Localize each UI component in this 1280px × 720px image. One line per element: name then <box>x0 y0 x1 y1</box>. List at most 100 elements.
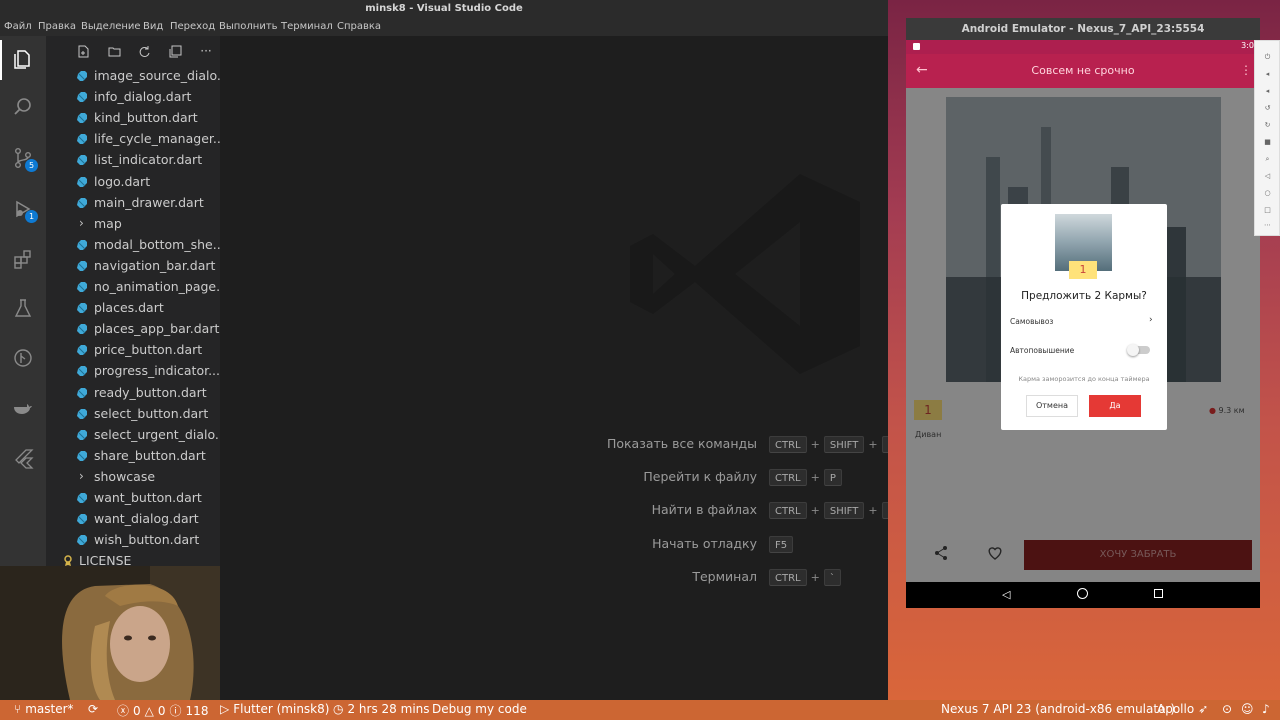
explorer-file-row[interactable]: list_indicator.dart <box>46 150 220 171</box>
key-cap: CTRL <box>769 569 807 586</box>
explorer-file-row[interactable]: select_urgent_dialo... <box>46 425 220 446</box>
nav-home-icon[interactable] <box>1077 588 1088 599</box>
menu-help[interactable]: Справка <box>337 21 381 32</box>
notifications-bell-icon[interactable]: ♪ <box>1262 702 1270 716</box>
flutter-label: Flutter (minsk8) <box>233 702 330 716</box>
explorer-item-label: select_urgent_dialo... <box>94 426 220 442</box>
debug-config-item[interactable]: Debug my code <box>432 702 527 716</box>
editor-area[interactable]: Показать все команды CTRL+SHIFT+P Перейт… <box>220 36 900 700</box>
flutter-run-item[interactable]: ▷ Flutter (minsk8) <box>220 702 329 716</box>
explorer-item-label: want_dialog.dart <box>94 511 199 527</box>
explorer-folder-row[interactable]: › map <box>46 214 220 235</box>
power-icon[interactable]: ⏻ <box>1263 53 1272 62</box>
volume-down-icon[interactable]: ◂ <box>1263 87 1272 96</box>
shortcut-keys: CTRL+SHIFT+F <box>769 502 900 519</box>
zoom-icon[interactable]: ⌕ <box>1263 155 1272 164</box>
explorer-item-label: image_source_dialo... <box>94 68 220 83</box>
debug-icon[interactable]: 1 <box>8 194 38 224</box>
rotate-right-icon[interactable]: ↻ <box>1263 121 1272 130</box>
explorer-file-row[interactable]: navigation_bar.dart <box>46 256 220 277</box>
auto-raise-row: Автоповышение <box>1010 346 1074 355</box>
explorer-file-row[interactable]: kind_button.dart <box>46 108 220 129</box>
back-icon[interactable]: ◁ <box>1263 172 1272 181</box>
explorer-file-row[interactable]: modal_bottom_she... <box>46 235 220 256</box>
volume-up-icon[interactable]: ◂ <box>1263 70 1272 79</box>
nav-recents-icon[interactable] <box>1154 589 1163 598</box>
more-actions-icon[interactable]: ··· <box>199 44 213 58</box>
live-share-icon[interactable]: ⊙ <box>1222 702 1232 716</box>
play-icon: ▷ <box>220 702 230 716</box>
webcam-overlay <box>0 566 220 700</box>
explorer-file-row[interactable]: price_button.dart <box>46 340 220 361</box>
refresh-icon[interactable] <box>137 44 151 58</box>
extensions-icon[interactable] <box>8 244 38 274</box>
explorer-file-row[interactable]: logo.dart <box>46 172 220 193</box>
camera-icon[interactable]: ■ <box>1263 138 1272 147</box>
explorer-file-row[interactable]: wish_button.dart <box>46 530 220 551</box>
menu-view[interactable]: Вид <box>143 21 163 32</box>
time-tracker-item[interactable]: ◷ 2 hrs 28 mins <box>333 702 430 716</box>
explorer-file-row[interactable]: want_button.dart <box>46 488 220 509</box>
menu-edit[interactable]: Правка <box>38 21 76 32</box>
shortcut-show-commands: Показать все команды CTRL+SHIFT+P <box>220 436 900 456</box>
explorer-file-row[interactable]: select_button.dart <box>46 404 220 425</box>
home-icon[interactable]: ○ <box>1263 189 1272 198</box>
key-cap: F5 <box>769 536 794 553</box>
shortcut-start-debugging: Начать отладку F5 <box>220 536 888 556</box>
new-file-icon[interactable] <box>76 44 90 58</box>
menu-terminal[interactable]: Терминал <box>281 21 333 32</box>
explorer-file-row[interactable]: main_drawer.dart <box>46 193 220 214</box>
shortcut-label: Найти в файлах <box>651 502 757 517</box>
overview-icon[interactable]: □ <box>1263 206 1272 215</box>
explorer-file-row[interactable]: places.dart <box>46 298 220 319</box>
more-icon[interactable]: ⋯ <box>1263 221 1272 230</box>
source-control-icon[interactable]: 5 <box>8 143 38 173</box>
nav-back-icon[interactable]: ◁ <box>1002 588 1010 601</box>
explorer-file-row[interactable]: no_animation_page... <box>46 277 220 298</box>
key-cap: CTRL <box>769 436 807 453</box>
device-item[interactable]: Nexus 7 API 23 (android-x86 emulator) <box>941 702 1175 716</box>
feedback-icon[interactable]: ☺ <box>1241 702 1254 716</box>
explorer-file-row[interactable]: share_button.dart <box>46 446 220 467</box>
explorer-folder-row[interactable]: › showcase <box>46 467 220 488</box>
docker-icon[interactable] <box>8 393 38 423</box>
key-cap: P <box>823 469 842 486</box>
overflow-menu-icon[interactable]: ⋮ <box>1240 63 1252 77</box>
explorer-file-row[interactable]: life_cycle_manager.... <box>46 129 220 150</box>
explorer-icon[interactable] <box>8 44 38 74</box>
git-graph-icon[interactable] <box>8 343 38 373</box>
explorer-file-row[interactable]: want_dialog.dart <box>46 509 220 530</box>
explorer-file-row[interactable]: ready_button.dart <box>46 383 220 404</box>
explorer-file-row[interactable]: info_dialog.dart <box>46 87 220 108</box>
explorer-file-row[interactable]: image_source_dialo... <box>46 66 220 87</box>
cancel-button[interactable]: Отмена <box>1026 395 1078 417</box>
rotate-left-icon[interactable]: ↺ <box>1263 104 1272 113</box>
emulator-window-title: Android Emulator - Nexus_7_API_23:5554 <box>906 18 1260 40</box>
menu-selection[interactable]: Выделение <box>81 21 141 32</box>
sync-icon[interactable]: ⟳ <box>88 702 98 716</box>
apollo-item[interactable]: Apollo ➶ <box>1157 702 1208 716</box>
menu-run[interactable]: Выполнить <box>219 21 278 32</box>
rocket-icon: ➶ <box>1198 702 1209 716</box>
flutter-icon[interactable] <box>8 443 38 473</box>
branch-item[interactable]: ⑂ master* <box>14 702 74 716</box>
dart-file-icon <box>76 365 88 377</box>
testing-flask-icon[interactable] <box>8 293 38 323</box>
search-icon[interactable] <box>8 92 38 122</box>
explorer-item-label: navigation_bar.dart <box>94 257 216 273</box>
explorer-file-row[interactable]: progress_indicator.... <box>46 361 220 382</box>
problems-item[interactable]: ⓧ 0 △ 0 ⓘ 118 <box>117 702 208 719</box>
confirm-button[interactable]: Да <box>1089 395 1141 417</box>
explorer-file-row[interactable]: places_app_bar.dart <box>46 319 220 340</box>
active-indicator <box>0 40 2 80</box>
vscode-logo-watermark <box>630 174 860 374</box>
collapse-all-icon[interactable] <box>168 44 182 58</box>
new-folder-icon[interactable] <box>107 44 121 58</box>
explorer-item-label: places_app_bar.dart <box>94 321 220 337</box>
key-cap: ` <box>823 569 841 586</box>
auto-raise-toggle[interactable] <box>1127 344 1150 356</box>
pickup-row[interactable]: Самовывоз <box>1010 317 1053 326</box>
menu-file[interactable]: Файл <box>4 21 32 32</box>
dart-file-icon <box>76 260 88 272</box>
menu-go[interactable]: Переход <box>170 21 215 32</box>
